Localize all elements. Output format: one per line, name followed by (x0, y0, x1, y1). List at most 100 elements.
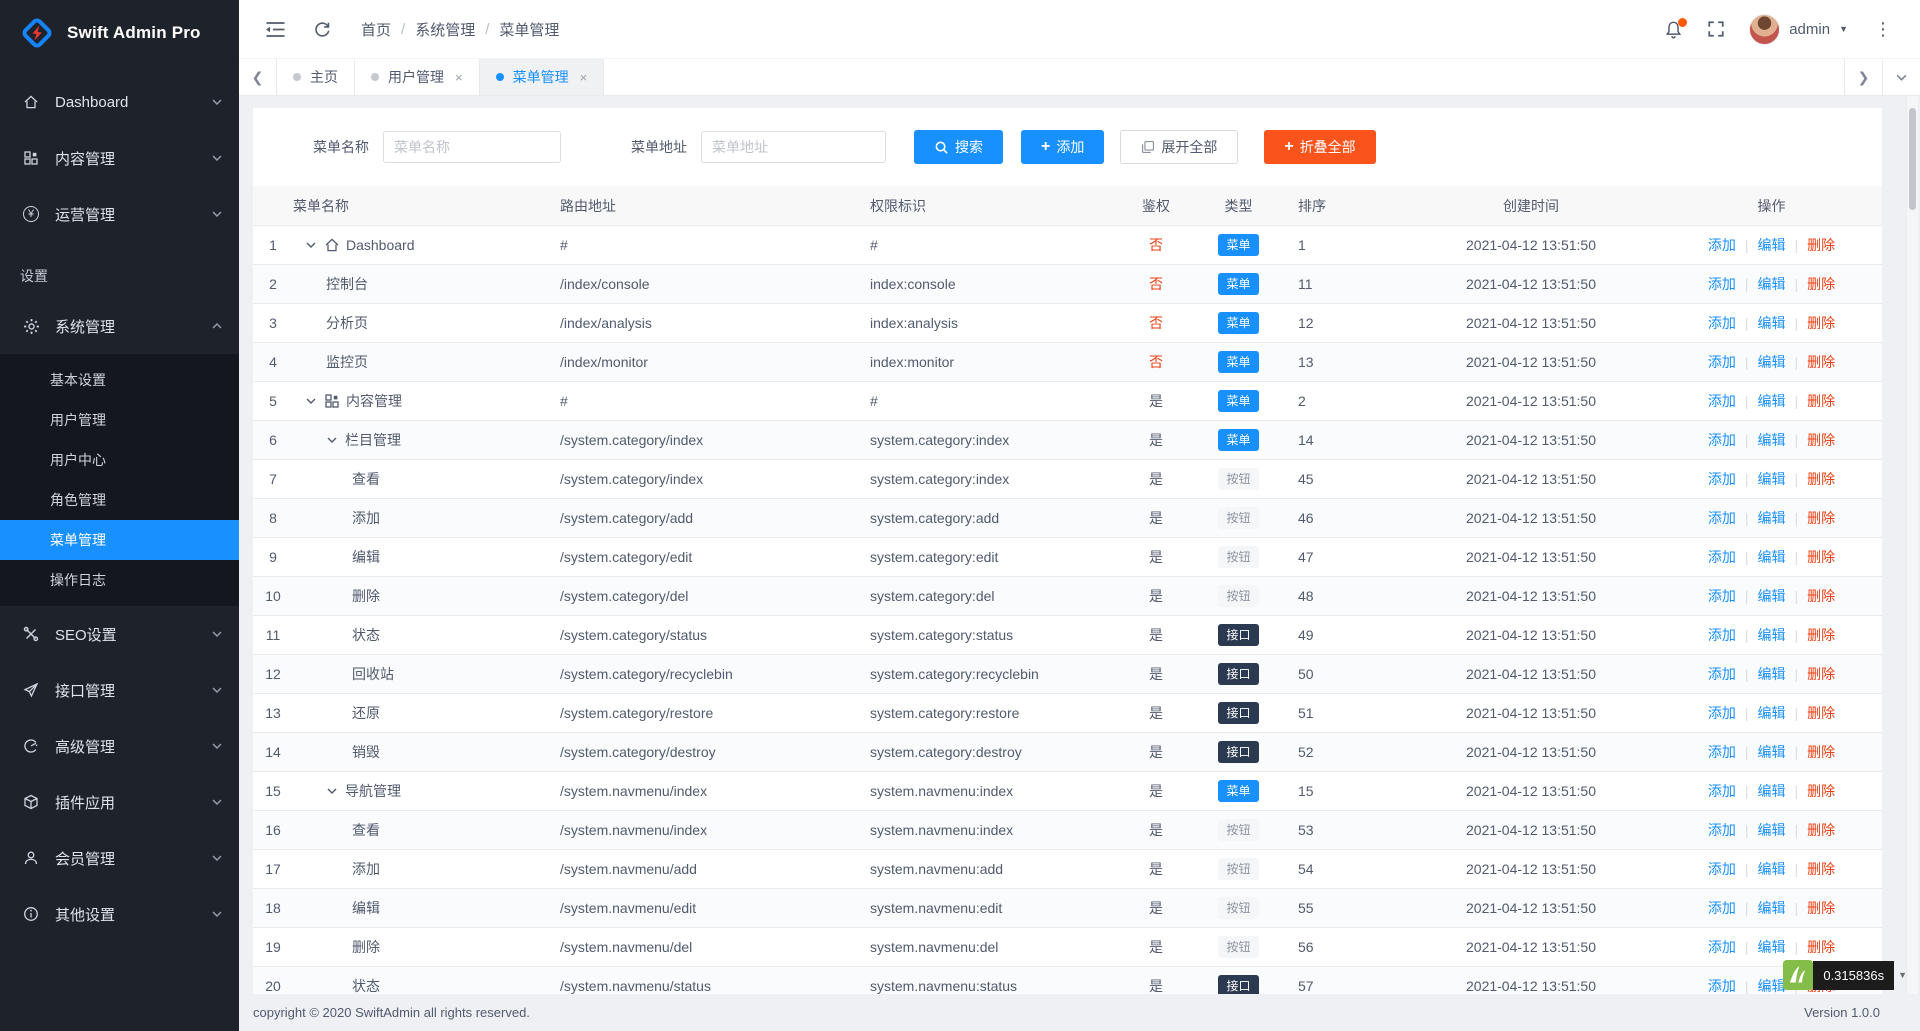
action-edit-link[interactable]: 编辑 (1758, 235, 1786, 255)
action-add-link[interactable]: 添加 (1708, 430, 1736, 450)
action-add-link[interactable]: 添加 (1708, 781, 1736, 801)
sidebar-item[interactable]: 高级管理 (0, 718, 239, 774)
tree-chevron-down-icon[interactable] (326, 785, 338, 797)
menu-name-input[interactable] (383, 131, 561, 163)
kebab-icon[interactable]: ⋮ (1872, 19, 1894, 40)
refresh-icon[interactable] (314, 21, 331, 38)
action-edit-link[interactable]: 编辑 (1758, 274, 1786, 294)
action-delete-link[interactable]: 删除 (1807, 937, 1835, 957)
action-delete-link[interactable]: 删除 (1807, 625, 1835, 645)
action-delete-link[interactable]: 删除 (1807, 352, 1835, 372)
breadcrumb-item[interactable]: 菜单管理 (499, 19, 559, 40)
action-edit-link[interactable]: 编辑 (1758, 313, 1786, 333)
action-add-link[interactable]: 添加 (1708, 976, 1736, 994)
action-delete-link[interactable]: 删除 (1807, 586, 1835, 606)
action-add-link[interactable]: 添加 (1708, 625, 1736, 645)
action-edit-link[interactable]: 编辑 (1758, 352, 1786, 372)
action-add-link[interactable]: 添加 (1708, 586, 1736, 606)
action-delete-link[interactable]: 删除 (1807, 664, 1835, 684)
sidebar-item[interactable]: Dashboard (0, 74, 239, 130)
action-add-link[interactable]: 添加 (1708, 352, 1736, 372)
tabs-menu-button[interactable] (1882, 59, 1920, 95)
close-icon[interactable]: × (580, 70, 588, 85)
action-add-link[interactable]: 添加 (1708, 313, 1736, 333)
sidebar-item[interactable]: 其他设置 (0, 886, 239, 942)
menu-url-input[interactable] (701, 131, 886, 163)
action-add-link[interactable]: 添加 (1708, 547, 1736, 567)
action-delete-link[interactable]: 删除 (1807, 313, 1835, 333)
action-edit-link[interactable]: 编辑 (1758, 430, 1786, 450)
breadcrumb-item[interactable]: 系统管理 (415, 19, 475, 40)
action-add-link[interactable]: 添加 (1708, 937, 1736, 957)
action-add-link[interactable]: 添加 (1708, 469, 1736, 489)
action-edit-link[interactable]: 编辑 (1758, 781, 1786, 801)
action-add-link[interactable]: 添加 (1708, 820, 1736, 840)
sidebar-subitem[interactable]: 用户管理 (0, 400, 239, 440)
action-edit-link[interactable]: 编辑 (1758, 469, 1786, 489)
action-add-link[interactable]: 添加 (1708, 742, 1736, 762)
action-edit-link[interactable]: 编辑 (1758, 508, 1786, 528)
action-delete-link[interactable]: 删除 (1807, 430, 1835, 450)
tree-chevron-down-icon[interactable] (305, 239, 317, 251)
close-icon[interactable]: × (455, 70, 463, 85)
action-delete-link[interactable]: 删除 (1807, 508, 1835, 528)
expand-all-button[interactable]: 展开全部 (1120, 130, 1239, 164)
tree-chevron-down-icon[interactable] (305, 395, 317, 407)
action-delete-link[interactable]: 删除 (1807, 235, 1835, 255)
tab[interactable]: 菜单管理 × (479, 59, 605, 95)
action-delete-link[interactable]: 删除 (1807, 469, 1835, 489)
action-delete-link[interactable]: 删除 (1807, 547, 1835, 567)
action-add-link[interactable]: 添加 (1708, 391, 1736, 411)
sidebar-item[interactable]: 会员管理 (0, 830, 239, 886)
action-add-link[interactable]: 添加 (1708, 508, 1736, 528)
action-delete-link[interactable]: 删除 (1807, 898, 1835, 918)
sidebar-subitem[interactable]: 角色管理 (0, 480, 239, 520)
action-delete-link[interactable]: 删除 (1807, 703, 1835, 723)
action-add-link[interactable]: 添加 (1708, 664, 1736, 684)
tree-chevron-down-icon[interactable] (326, 434, 338, 446)
action-edit-link[interactable]: 编辑 (1758, 742, 1786, 762)
action-edit-link[interactable]: 编辑 (1758, 391, 1786, 411)
action-edit-link[interactable]: 编辑 (1758, 547, 1786, 567)
action-add-link[interactable]: 添加 (1708, 235, 1736, 255)
action-delete-link[interactable]: 删除 (1807, 820, 1835, 840)
tabs-scroll-right-button[interactable]: ❯ (1844, 59, 1882, 95)
avatar[interactable] (1749, 13, 1781, 45)
sidebar-subitem[interactable]: 操作日志 (0, 560, 239, 600)
action-add-link[interactable]: 添加 (1708, 898, 1736, 918)
action-add-link[interactable]: 添加 (1708, 274, 1736, 294)
action-edit-link[interactable]: 编辑 (1758, 820, 1786, 840)
user-menu[interactable]: admin ▼ (1749, 13, 1848, 45)
sidebar-subitem[interactable]: 菜单管理 (0, 520, 239, 560)
action-edit-link[interactable]: 编辑 (1758, 625, 1786, 645)
action-edit-link[interactable]: 编辑 (1758, 586, 1786, 606)
action-delete-link[interactable]: 删除 (1807, 274, 1835, 294)
breadcrumb-item[interactable]: 首页 (361, 19, 391, 40)
sidebar-item[interactable]: 系统管理 (0, 298, 239, 354)
tab[interactable]: 用户管理 × (355, 59, 480, 95)
action-edit-link[interactable]: 编辑 (1758, 664, 1786, 684)
action-edit-link[interactable]: 编辑 (1758, 703, 1786, 723)
sidebar-subitem[interactable]: 用户中心 (0, 440, 239, 480)
sidebar-item[interactable]: 插件应用 (0, 774, 239, 830)
sidebar-item[interactable]: ¥ 运营管理 (0, 186, 239, 242)
action-delete-link[interactable]: 删除 (1807, 742, 1835, 762)
menu-fold-icon[interactable] (265, 21, 286, 38)
bell-icon[interactable] (1664, 17, 1688, 39)
tab[interactable]: 主页 (277, 59, 355, 95)
search-button[interactable]: 搜索 (914, 130, 1003, 164)
sidebar-item[interactable]: 内容管理 (0, 130, 239, 186)
app-logo[interactable]: Swift Admin Pro (0, 0, 239, 66)
action-add-link[interactable]: 添加 (1708, 859, 1736, 879)
tabs-scroll-left-button[interactable]: ❮ (239, 59, 277, 95)
action-delete-link[interactable]: 删除 (1807, 391, 1835, 411)
sidebar-subitem[interactable]: 基本设置 (0, 360, 239, 400)
fullscreen-icon[interactable] (1707, 20, 1725, 38)
action-edit-link[interactable]: 编辑 (1758, 859, 1786, 879)
action-delete-link[interactable]: 删除 (1807, 859, 1835, 879)
action-edit-link[interactable]: 编辑 (1758, 937, 1786, 957)
sidebar-item[interactable]: SEO设置 (0, 606, 239, 662)
action-edit-link[interactable]: 编辑 (1758, 976, 1786, 994)
scrollbar-thumb[interactable] (1909, 108, 1916, 210)
collapse-all-button[interactable]: + 折叠全部 (1264, 130, 1376, 164)
